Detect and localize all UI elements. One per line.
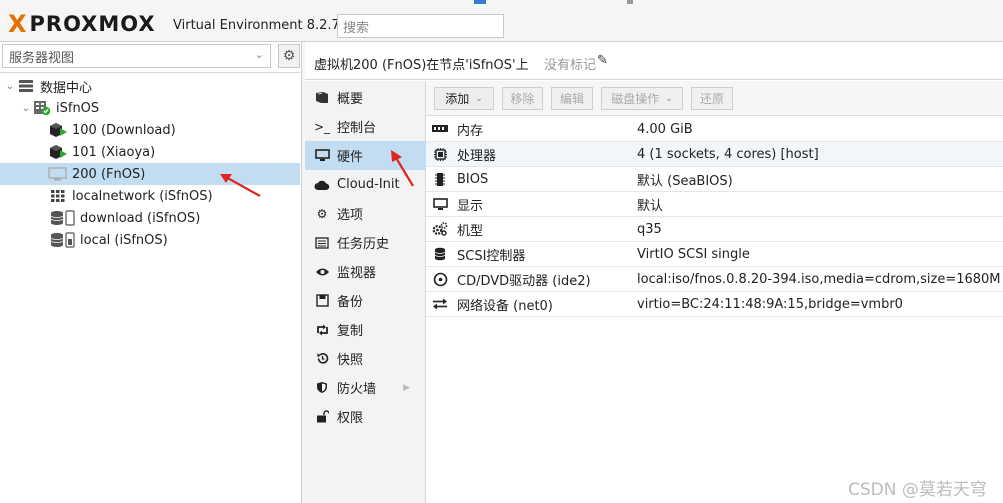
cpu-icon xyxy=(429,147,451,162)
menu-item-snapshot[interactable]: 快照 xyxy=(305,344,426,373)
view-selector[interactable]: 服务器视图 ⌄ xyxy=(2,44,271,68)
menu-item-replication[interactable]: 复制 xyxy=(305,315,426,344)
tree-node-vm-101[interactable]: 101 (Xiaoya) xyxy=(0,141,300,163)
vm-running-icon xyxy=(48,144,68,160)
cdrom-icon xyxy=(429,272,451,287)
menu-item-summary[interactable]: 概要 xyxy=(305,83,426,112)
resource-tree: ⌄ 数据中心 ⌄ iSfnOS 100 (Download) 101 (Xiao… xyxy=(0,72,300,248)
vm-running-icon xyxy=(48,122,68,138)
hardware-toolbar: 添加 ⌄ 移除 编辑 磁盘操作 ⌄ 还原 xyxy=(426,81,1003,116)
top-tab-marker xyxy=(474,0,486,4)
menu-item-console[interactable]: >_ 控制台 xyxy=(305,112,426,141)
datacenter-icon xyxy=(16,78,36,94)
menu-item-backup[interactable]: 备份 xyxy=(305,286,426,315)
storage-icon xyxy=(50,210,76,226)
cogs-icon xyxy=(429,222,451,236)
server-icon xyxy=(32,100,52,116)
cloud-icon xyxy=(313,179,331,191)
hardware-content: 添加 ⌄ 移除 编辑 磁盘操作 ⌄ 还原 内存 4.00 GiB 处理器 4 (… xyxy=(426,81,1003,503)
tree-node-datacenter[interactable]: ⌄ 数据中心 xyxy=(0,75,300,97)
disk-action-button[interactable]: 磁盘操作 ⌄ xyxy=(601,87,683,110)
monitor-icon xyxy=(313,149,331,162)
top-bar: X PROXMOX Virtual Environment 8.2.7 搜索 xyxy=(0,0,1003,42)
memory-icon xyxy=(429,124,451,134)
menu-item-options[interactable]: ⚙ 选项 xyxy=(305,199,426,228)
exchange-icon xyxy=(429,298,451,310)
page-title: 虚拟机200 (FnOS)在节点'iSfnOS'上 xyxy=(314,58,529,73)
top-tab-marker-2 xyxy=(627,0,633,4)
annotation-arrow-icon xyxy=(391,150,414,187)
tree-node-vm-100[interactable]: 100 (Download) xyxy=(0,119,300,141)
tree-node-isfnos[interactable]: ⌄ iSfnOS xyxy=(0,97,300,119)
menu-item-monitor[interactable]: 监视器 xyxy=(305,257,426,286)
history-icon xyxy=(313,352,331,365)
retweet-icon xyxy=(313,324,331,336)
hardware-row-processor[interactable]: 处理器 4 (1 sockets, 4 cores) [host] xyxy=(426,142,1003,167)
version-text: Virtual Environment 8.2.7 xyxy=(173,18,340,33)
collapse-icon[interactable]: ⌄ xyxy=(4,81,16,92)
hardware-row-memory[interactable]: 内存 4.00 GiB xyxy=(426,117,1003,142)
annotation-arrow-icon xyxy=(220,174,261,197)
watermark: CSDN @莫若天穹 xyxy=(848,480,987,500)
eye-icon xyxy=(313,267,331,277)
remove-button[interactable]: 移除 xyxy=(502,87,543,110)
book-icon xyxy=(313,91,331,104)
hardware-row-bios[interactable]: BIOS 默认 (SeaBIOS) xyxy=(426,167,1003,192)
edit-button[interactable]: 编辑 xyxy=(551,87,593,110)
resource-tree-panel: 服务器视图 ⌄ ⚙ ⌄ 数据中心 ⌄ iSfnOS 100 (Download) xyxy=(0,42,302,503)
hardware-row-machine[interactable]: 机型 q35 xyxy=(426,217,1003,242)
shield-icon xyxy=(313,381,331,394)
search-input[interactable]: 搜索 xyxy=(337,14,504,38)
chip-icon xyxy=(429,172,451,187)
pencil-icon[interactable]: ✎ xyxy=(597,53,608,68)
hardware-row-network[interactable]: 网络设备 (net0) virtio=BC:24:11:48:9A:15,bri… xyxy=(426,292,1003,317)
vm-stopped-icon xyxy=(48,166,68,182)
collapse-icon[interactable]: ⌄ xyxy=(20,103,32,114)
hardware-row-cdrom[interactable]: CD/DVD驱动器 (ide2) local:iso/fnos.0.8.20-3… xyxy=(426,267,1003,292)
chevron-down-icon: ⌄ xyxy=(665,93,673,104)
terminal-icon: >_ xyxy=(313,119,331,134)
menu-item-task-history[interactable]: 任务历史 xyxy=(305,228,426,257)
menu-item-permissions[interactable]: 权限 xyxy=(305,402,426,431)
vm-title-bar: 虚拟机200 (FnOS)在节点'iSfnOS'上 没有标记 ✎ xyxy=(305,42,1003,80)
unlock-icon xyxy=(313,410,331,423)
network-grid-icon xyxy=(48,188,68,204)
monitor-icon xyxy=(429,197,451,211)
chevron-right-icon: ▶ xyxy=(403,382,410,393)
list-icon xyxy=(313,236,331,249)
add-button[interactable]: 添加 ⌄ xyxy=(434,87,494,110)
tree-node-storage-download[interactable]: download (iSfnOS) xyxy=(0,207,300,229)
storage-icon xyxy=(50,232,76,248)
tags-label: 没有标记 xyxy=(544,58,597,73)
tree-node-storage-local[interactable]: local (iSfnOS) xyxy=(0,229,300,251)
chevron-down-icon: ⌄ xyxy=(254,48,264,61)
vm-detail-panel: 虚拟机200 (FnOS)在节点'iSfnOS'上 没有标记 ✎ 概要 >_ 控… xyxy=(305,42,1003,503)
floppy-icon xyxy=(313,294,331,307)
chevron-down-icon: ⌄ xyxy=(475,93,483,104)
gear-icon[interactable]: ⚙ xyxy=(278,44,300,68)
gear-icon: ⚙ xyxy=(316,206,328,221)
revert-button[interactable]: 还原 xyxy=(691,87,733,110)
database-icon xyxy=(429,247,451,261)
hardware-row-display[interactable]: 显示 默认 xyxy=(426,192,1003,217)
menu-item-firewall[interactable]: 防火墙 ▶ xyxy=(305,373,426,402)
hardware-row-scsi-controller[interactable]: SCSI控制器 VirtIO SCSI single xyxy=(426,242,1003,267)
proxmox-logo: X PROXMOX xyxy=(8,10,156,38)
vm-nav-menu: 概要 >_ 控制台 硬件 Cloud-Init ⚙ 选项 任务历史 监视器 备份… xyxy=(305,81,426,503)
